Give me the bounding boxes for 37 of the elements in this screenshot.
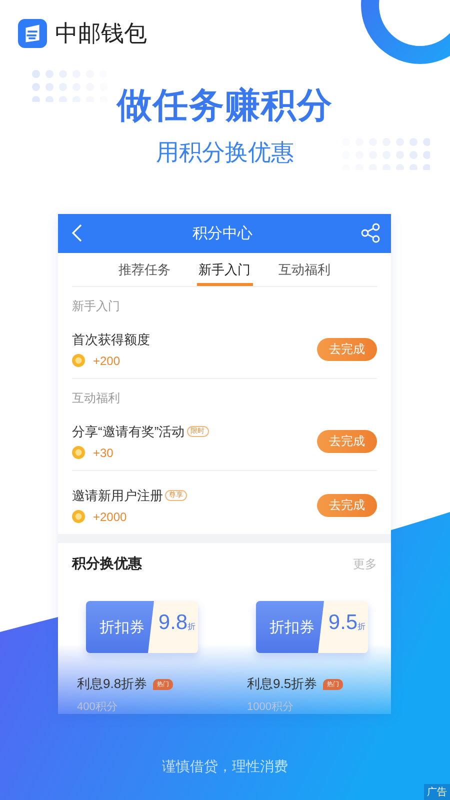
coupon-cost: 1000积分 (247, 700, 294, 714)
coupon-value: 9.8 (158, 611, 188, 635)
coin-icon (72, 354, 85, 368)
points-reward: +200 (93, 354, 120, 368)
complete-button[interactable]: 去完成 (317, 338, 377, 361)
section-title: 积分换优惠 (72, 555, 142, 573)
tab[interactable]: 互动福利 (276, 252, 332, 286)
points-reward: +2000 (93, 510, 127, 524)
coupon-name: 利息9.8折券 (77, 675, 148, 693)
complete-button[interactable]: 去完成 (317, 494, 377, 517)
app-name: 中邮钱包 (55, 18, 147, 48)
section-title: 互动福利 (71, 390, 121, 407)
coin-icon (72, 510, 85, 524)
complete-button[interactable]: 去完成 (317, 430, 377, 453)
coupon-unit: 折 (358, 621, 366, 632)
screen-title: 积分中心 (192, 224, 254, 243)
task-name: 首次获得额度 (72, 330, 150, 349)
task-name: 分享“邀请有奖”活动 (72, 422, 185, 441)
headline: 做任务赚积分 (117, 85, 333, 127)
coupon-label: 折扣券 (100, 618, 144, 636)
tab[interactable]: 新手入门 (196, 252, 252, 286)
coupon-name: 利息9.5折券 (247, 675, 318, 693)
tab[interactable]: 推荐任务 (116, 252, 172, 286)
coupon-unit: 折 (188, 621, 196, 632)
back-icon[interactable] (70, 223, 84, 244)
wallet-logo-icon (18, 18, 47, 48)
ad-label: 广告 (424, 784, 450, 800)
coin-icon (72, 446, 85, 460)
subtitle: 用积分换优惠 (156, 138, 294, 167)
coupon-cost: 400积分 (77, 700, 118, 714)
share-icon[interactable] (361, 223, 381, 244)
coupon-value: 9.5 (328, 611, 358, 635)
points-reward: +30 (93, 446, 114, 460)
disclaimer-text: 谨慎借贷，理性消费 (162, 758, 288, 776)
task-name: 邀请新用户注册 (72, 486, 163, 505)
section-title: 新手入门 (71, 298, 121, 315)
coupon-label: 折扣券 (270, 618, 314, 636)
